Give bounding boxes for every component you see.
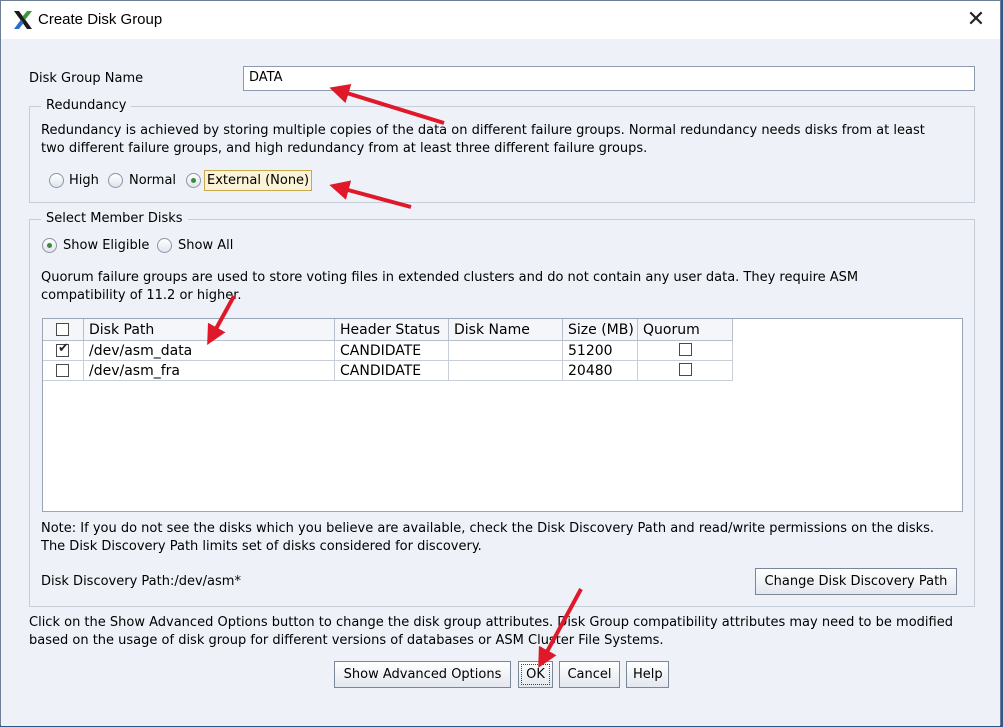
redundancy-high-label[interactable]: High (69, 173, 99, 188)
title-bar: Create Disk Group ✕ (1, 1, 1000, 39)
show-eligible-label[interactable]: Show Eligible (63, 238, 149, 253)
show-advanced-options-button[interactable]: Show Advanced Options (334, 661, 511, 688)
redundancy-external-radio[interactable] (186, 173, 201, 188)
discovery-path-label: Disk Discovery Path:/dev/asm* (41, 574, 241, 589)
disk-group-name-input[interactable]: DATA (243, 66, 975, 91)
discovery-note-line1: Note: If you do not see the disks which … (41, 521, 935, 536)
row-select-checkbox[interactable]: ✔ (56, 341, 69, 357)
help-button[interactable]: Help (626, 661, 669, 688)
quorum-checkbox[interactable] (679, 343, 692, 356)
redundancy-normal-label[interactable]: Normal (129, 173, 176, 188)
discovery-note-line2: The Disk Discovery Path limits set of di… (41, 539, 482, 554)
redundancy-high-radio[interactable] (49, 173, 64, 188)
cancel-button[interactable]: Cancel (559, 661, 620, 688)
ok-button[interactable]: OK (518, 661, 553, 688)
disk-path-cell[interactable]: /dev/asm_fra (84, 361, 335, 381)
column-header-disk-path[interactable]: Disk Path (84, 319, 335, 341)
advanced-note-line1: Click on the Show Advanced Options butto… (29, 615, 953, 630)
quorum-note-line1: Quorum failure groups are used to store … (41, 270, 859, 285)
disks-table: Disk Path Header Status Disk Name Size (… (42, 318, 963, 512)
show-all-radio[interactable] (157, 238, 172, 253)
checkmark-icon: ✔ (58, 341, 69, 356)
disk-name-cell[interactable] (449, 361, 563, 381)
size-cell[interactable]: 20480 (563, 361, 638, 381)
disk-name-cell[interactable] (449, 341, 563, 361)
column-header-header-status[interactable]: Header Status (335, 319, 449, 341)
redundancy-legend: Redundancy (41, 98, 132, 113)
disk-group-name-label: Disk Group Name (29, 71, 144, 86)
redundancy-description-line1: Redundancy is achieved by storing multip… (41, 123, 925, 138)
table-row[interactable] (43, 361, 84, 381)
create-disk-group-dialog: Create Disk Group ✕ Disk Group Name DATA… (0, 0, 1001, 726)
redundancy-external-label[interactable]: External (None) (207, 173, 309, 188)
dialog-content: Disk Group Name DATA Redundancy Redundan… (1, 39, 1000, 726)
close-icon[interactable]: ✕ (962, 6, 990, 34)
select-all-header[interactable] (43, 319, 84, 341)
size-cell[interactable]: 51200 (563, 341, 638, 361)
disk-path-cell[interactable]: /dev/asm_data (84, 341, 335, 361)
oracle-x-logo-icon (14, 11, 32, 29)
select-all-checkbox[interactable] (56, 323, 69, 336)
table-row[interactable]: ✔ (43, 341, 84, 361)
quorum-checkbox[interactable] (679, 363, 692, 376)
header-status-cell[interactable]: CANDIDATE (335, 361, 449, 381)
redundancy-normal-radio[interactable] (108, 173, 123, 188)
header-status-cell[interactable]: CANDIDATE (335, 341, 449, 361)
disk-group-name-value: DATA (249, 70, 283, 85)
quorum-cell[interactable] (638, 341, 733, 361)
redundancy-description-line2: two different failure groups, and high r… (41, 141, 648, 156)
quorum-cell[interactable] (638, 361, 733, 381)
row-select-checkbox[interactable] (56, 364, 69, 377)
show-all-label[interactable]: Show All (178, 238, 233, 253)
show-eligible-radio[interactable] (42, 238, 57, 253)
advanced-note-line2: based on the usage of disk group for dif… (29, 633, 664, 648)
window-title: Create Disk Group (38, 11, 163, 28)
column-header-disk-name[interactable]: Disk Name (449, 319, 563, 341)
member-disks-legend: Select Member Disks (41, 211, 188, 226)
change-discovery-path-button[interactable]: Change Disk Discovery Path (755, 568, 957, 595)
column-header-size[interactable]: Size (MB) (563, 319, 638, 341)
column-header-quorum[interactable]: Quorum (638, 319, 733, 341)
quorum-note-line2: compatibility of 11.2 or higher. (41, 288, 242, 303)
